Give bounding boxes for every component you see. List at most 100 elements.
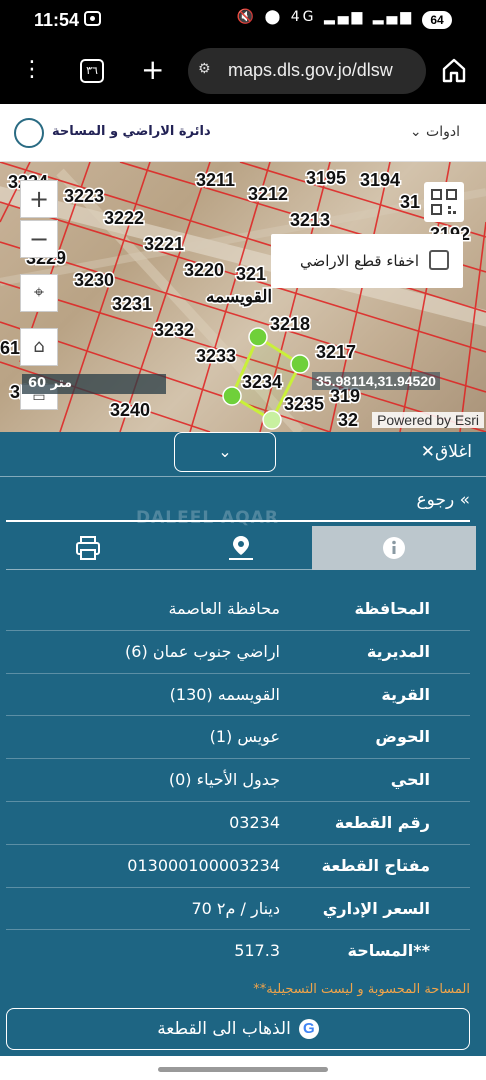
area-note: **المساحة المحسوبة و ليست التسجيلية bbox=[253, 982, 470, 997]
chevron-down-icon: ⌄ bbox=[409, 124, 427, 140]
parcel-label: 3240 bbox=[110, 400, 150, 420]
detail-value: 013000100003234 bbox=[127, 855, 280, 875]
parcel-label: 321 bbox=[236, 264, 266, 284]
detail-row: رقم القطعة 03234 bbox=[6, 802, 470, 845]
locate-me-button[interactable]: ⌖ bbox=[20, 274, 58, 312]
parcel-label: 3231 bbox=[112, 294, 152, 314]
home-extent-button[interactable]: ⌂ bbox=[20, 328, 58, 366]
back-button[interactable]: رجوع « bbox=[417, 490, 470, 510]
detail-label: الحي bbox=[390, 770, 430, 790]
detail-row: القرية القويسمه (130) bbox=[6, 674, 470, 717]
gesture-nav-bar bbox=[0, 1056, 486, 1080]
back-label: رجوع bbox=[416, 490, 455, 510]
google-icon: G bbox=[298, 1019, 319, 1039]
detail-label: المساحة** bbox=[347, 941, 430, 961]
detail-label: المحافظة bbox=[354, 599, 430, 618]
tools-menu[interactable]: ⌄ ادوات bbox=[410, 124, 460, 140]
close-label: اغلاق bbox=[435, 442, 472, 462]
parcel-label: 3233 bbox=[196, 346, 236, 366]
parcel-label: 61 bbox=[0, 338, 20, 358]
address-bar[interactable]: ⚙ maps.dls.gov.jo/dlsw bbox=[188, 48, 426, 94]
detail-label: رقم القطعة bbox=[334, 812, 430, 832]
site-settings-icon[interactable]: ⚙ bbox=[198, 61, 211, 77]
parcel-label: 3211 bbox=[196, 170, 235, 190]
detail-value: 517.3 bbox=[234, 941, 280, 961]
url-text: maps.dls.gov.jo/dlsw bbox=[228, 60, 393, 80]
info-icon bbox=[383, 537, 405, 559]
detail-label: السعر الإداري bbox=[322, 898, 430, 918]
detail-label: مفتاح القطعة bbox=[321, 855, 430, 875]
place-name: القويسمه bbox=[206, 287, 272, 307]
parcel-label: 3218 bbox=[270, 314, 310, 334]
parcel-label: 3220 bbox=[184, 260, 224, 280]
hide-parcels-label: اخفاء قطع الاراضي bbox=[299, 252, 419, 270]
app-header: دائرة الاراضي و المساحة ⌄ ادوات bbox=[0, 104, 486, 162]
status-icons: 🔇 ⬤ 4G ▂▄▆ ▂▄▆ bbox=[236, 9, 414, 25]
map-view[interactable]: 3224 3223 3222 3221 3229 3230 3231 3232 … bbox=[0, 162, 486, 432]
divider bbox=[0, 476, 486, 477]
printer-icon bbox=[76, 536, 100, 560]
parcel-label: 3221 bbox=[144, 234, 184, 254]
detail-label: الحوض bbox=[375, 727, 430, 747]
parcel-label: 3235 bbox=[284, 394, 324, 414]
parcel-label: 3194 bbox=[360, 170, 400, 190]
home-icon[interactable] bbox=[441, 57, 467, 83]
parcel-info-panel: ⌄ ✕اغلاق رجوع « DALEEL AQAR المحافظة محا… bbox=[0, 432, 486, 1056]
detail-row: المساحة** 517.3 bbox=[6, 930, 470, 973]
detail-row: السعر الإداري 70 دينار / م٢ bbox=[6, 888, 470, 931]
coordinates-readout: 35.98114,31.94520 bbox=[312, 372, 440, 390]
scale-label: 60 متر bbox=[28, 376, 73, 391]
close-panel-button[interactable]: ✕اغلاق bbox=[421, 442, 472, 462]
map-attribution[interactable]: Powered by Esri bbox=[372, 412, 484, 428]
collapse-panel-button[interactable]: ⌄ bbox=[174, 432, 276, 472]
parcel-label: 3217 bbox=[316, 342, 356, 362]
screen-record-icon bbox=[84, 11, 101, 26]
department-name: دائرة الاراضي و المساحة bbox=[52, 124, 211, 139]
parcel-label: 3212 bbox=[248, 184, 288, 204]
hide-parcels-toggle[interactable]: اخفاء قطع الاراضي bbox=[271, 234, 463, 288]
detail-value: 03234 bbox=[229, 812, 280, 832]
zoom-in-button[interactable]: + bbox=[20, 180, 58, 218]
new-tab-button[interactable]: + bbox=[141, 52, 164, 88]
parcel-details-table: المحافظة محافظة العاصمة المديرية اراضي جنو… bbox=[6, 588, 470, 973]
detail-row: الحوض عويس (1) bbox=[6, 716, 470, 760]
qr-code-icon bbox=[431, 189, 457, 215]
detail-row: المديرية اراضي جنوب عمان (6) bbox=[6, 631, 470, 674]
map-pin-icon bbox=[229, 536, 253, 560]
zoom-out-button[interactable]: − bbox=[20, 220, 58, 258]
detail-value: اراضي جنوب عمان (6) bbox=[125, 641, 280, 661]
detail-value: عويس (1) bbox=[209, 727, 280, 747]
overflow-menu-icon[interactable]: ⋮ bbox=[20, 56, 44, 86]
chevron-down-icon: ⌄ bbox=[218, 442, 232, 461]
clock: 11:54 bbox=[34, 10, 80, 30]
dls-logo bbox=[14, 118, 44, 148]
home-handle[interactable] bbox=[158, 1067, 328, 1072]
detail-value: جدول الأحياء (0) bbox=[168, 770, 280, 790]
detail-value: القويسمه (130) bbox=[169, 684, 280, 704]
parcel-label: 31 bbox=[400, 192, 420, 212]
detail-value: محافظة العاصمة bbox=[168, 599, 280, 618]
status-bar: 11:54 🔇 ⬤ 4G ▂▄▆ ▂▄▆ 64 bbox=[0, 0, 486, 42]
parcel-label: 3230 bbox=[74, 270, 114, 290]
go-to-parcel-label: الذهاب الى القطعة bbox=[157, 1019, 291, 1039]
parcel-label: 3223 bbox=[64, 186, 104, 206]
location-tab[interactable] bbox=[170, 526, 312, 570]
map-scale-bar: 60 متر bbox=[22, 374, 166, 394]
print-tab[interactable] bbox=[6, 526, 170, 570]
double-chevron-icon: « bbox=[454, 490, 470, 510]
close-icon: ✕ bbox=[420, 442, 436, 462]
detail-row: الحي جدول الأحياء (0) bbox=[6, 759, 470, 802]
hide-parcels-checkbox[interactable] bbox=[429, 250, 449, 270]
panel-tabs bbox=[6, 526, 476, 570]
detail-row: مفتاح القطعة 013000100003234 bbox=[6, 845, 470, 888]
go-to-parcel-button[interactable]: الذهاب الى القطعة G bbox=[6, 1008, 470, 1050]
detail-label: القرية bbox=[381, 684, 430, 704]
detail-label: المديرية bbox=[366, 641, 430, 661]
parcel-label: 3234 bbox=[242, 372, 282, 392]
qr-code-button[interactable] bbox=[424, 182, 464, 222]
tab-switcher-button[interactable]: ٣٦ bbox=[80, 59, 104, 83]
parcel-label: 3213 bbox=[290, 210, 330, 230]
detail-row: المحافظة محافظة العاصمة bbox=[6, 588, 470, 631]
info-tab[interactable] bbox=[312, 526, 476, 570]
browser-toolbar: ⋮ ٣٦ + ⚙ maps.dls.gov.jo/dlsw bbox=[0, 42, 486, 104]
